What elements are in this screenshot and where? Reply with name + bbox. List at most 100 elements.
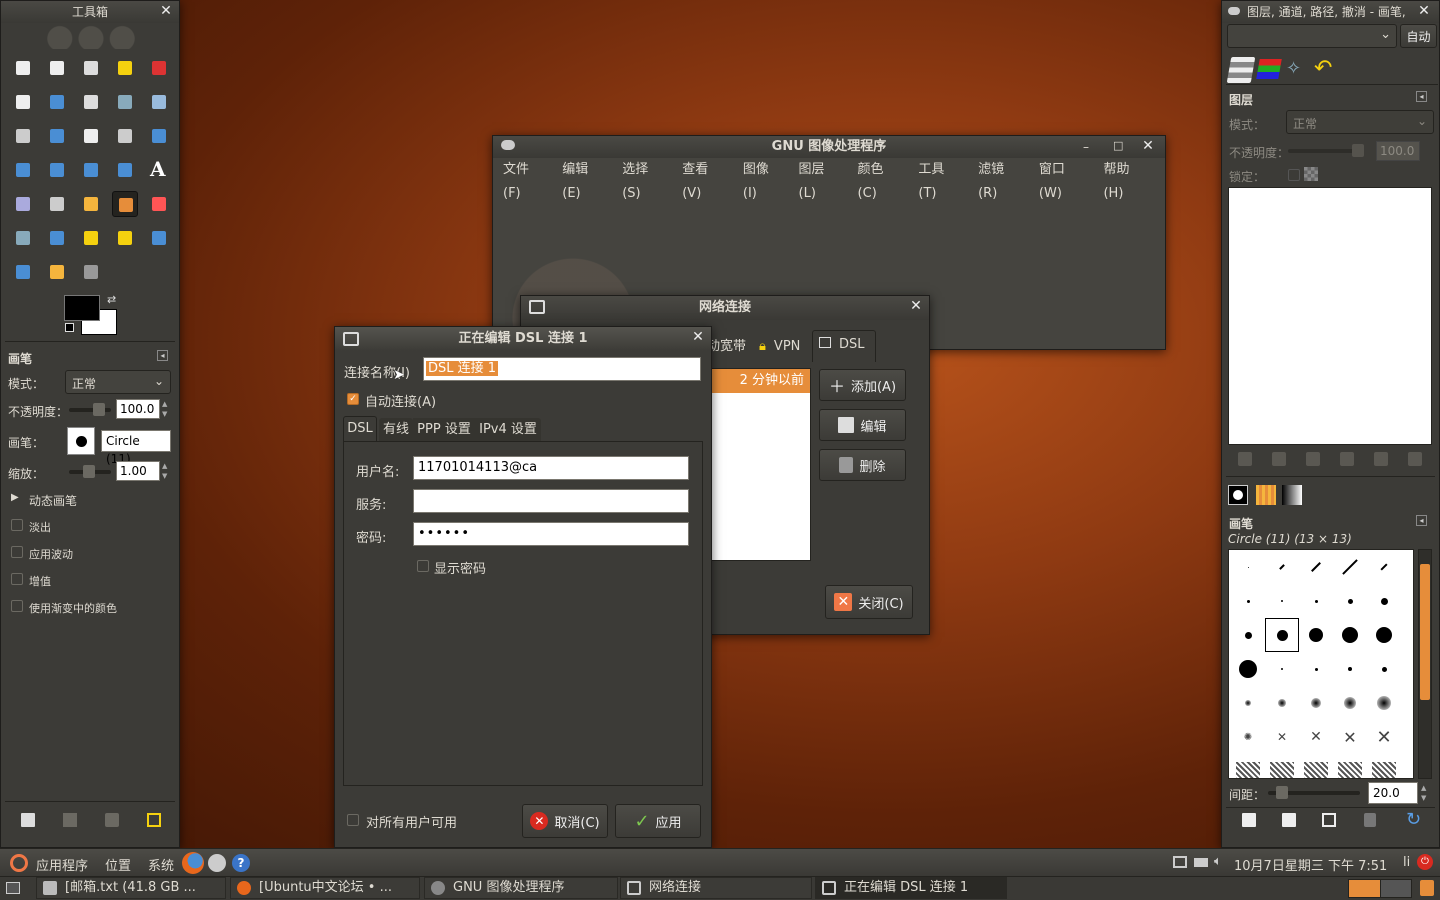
brush-item[interactable] xyxy=(1367,686,1401,720)
bucket-fill-icon[interactable] xyxy=(10,191,36,217)
show-password-checkbox[interactable] xyxy=(417,560,429,572)
brush-item[interactable] xyxy=(1265,618,1299,652)
default-colors-icon[interactable] xyxy=(65,323,74,332)
lasso-icon[interactable] xyxy=(78,55,104,81)
brush-item[interactable] xyxy=(1299,550,1333,584)
brush-item[interactable] xyxy=(1265,550,1299,584)
netconn-titlebar[interactable]: 网络连接 xyxy=(521,296,929,320)
network-status-icon[interactable] xyxy=(1173,856,1187,868)
color-picker-icon[interactable] xyxy=(112,89,138,115)
taskbar-item-dsl[interactable]: 正在编辑 DSL 连接 1 xyxy=(815,877,1007,899)
dynamics-expander[interactable]: 动态画笔 xyxy=(29,492,77,509)
shear-icon[interactable] xyxy=(44,157,70,183)
brush-item[interactable] xyxy=(1333,550,1367,584)
option-label[interactable]: 应用波动 xyxy=(29,546,73,562)
workspace-1[interactable] xyxy=(1349,880,1381,897)
pattern-tab-icon[interactable] xyxy=(1256,485,1276,505)
text-icon[interactable]: A xyxy=(146,157,172,183)
auto-button[interactable]: 自动 xyxy=(1400,24,1437,48)
menu-help[interactable]: 帮助(H) xyxy=(1103,158,1149,201)
all-users-label[interactable]: 对所有用户可用 xyxy=(366,812,457,831)
system-menu[interactable]: 系统 xyxy=(148,855,174,874)
password-input[interactable]: •••••• xyxy=(413,522,689,546)
blur-icon[interactable] xyxy=(10,259,36,285)
rotate-icon[interactable] xyxy=(146,123,172,149)
spacing-input[interactable]: 20.0 xyxy=(1368,782,1418,804)
close-icon[interactable]: ✕ xyxy=(1141,138,1155,154)
paths-icon[interactable] xyxy=(78,89,104,115)
brush-item[interactable] xyxy=(1231,754,1265,778)
brush-item[interactable] xyxy=(1367,652,1401,686)
gimp-titlebar[interactable]: GNU 图像处理程序 xyxy=(493,136,1165,158)
layer-mode-select[interactable]: 正常 ⌄ xyxy=(1286,110,1434,134)
apply-button[interactable]: ✓ 应用 xyxy=(615,804,701,838)
new-brush-icon[interactable] xyxy=(1282,813,1296,827)
brush-item[interactable] xyxy=(1367,550,1401,584)
spinner-icon[interactable]: ▲ ▼ xyxy=(1421,783,1430,803)
rect-select-icon[interactable] xyxy=(10,55,36,81)
foreground-color-swatch[interactable] xyxy=(64,295,100,321)
tab-ipv4[interactable]: IPv4 设置 xyxy=(475,418,541,442)
brush-item[interactable] xyxy=(1299,652,1333,686)
scale-icon[interactable] xyxy=(10,157,36,183)
minimize-icon[interactable]: – xyxy=(1083,140,1089,154)
brush-item[interactable]: ✺ xyxy=(1231,720,1265,754)
scale-slider[interactable] xyxy=(69,465,111,478)
layers-tab-icon[interactable] xyxy=(1226,57,1256,83)
zoom-icon[interactable] xyxy=(146,89,172,115)
flip-icon[interactable] xyxy=(112,157,138,183)
smudge-icon[interactable] xyxy=(44,259,70,285)
menu-edit[interactable]: 编辑(E) xyxy=(562,158,606,201)
add-button[interactable]: ＋ 添加(A) xyxy=(819,369,906,401)
ellipse-select-icon[interactable] xyxy=(44,55,70,81)
brush-item[interactable] xyxy=(1231,686,1265,720)
lock-pixels-checkbox[interactable] xyxy=(1288,169,1300,181)
gradient-tab-icon[interactable] xyxy=(1282,485,1302,505)
panel-menu-icon[interactable]: ◂ xyxy=(1416,91,1427,102)
brush-item[interactable] xyxy=(1299,754,1333,778)
layer-opacity-slider[interactable] xyxy=(1288,144,1364,157)
tab-dsl[interactable]: DSL xyxy=(812,330,876,362)
foreground-select-icon[interactable] xyxy=(44,89,70,115)
brush-item[interactable] xyxy=(1367,618,1401,652)
close-icon[interactable]: ✕ xyxy=(159,3,173,19)
brush-item[interactable] xyxy=(1231,550,1265,584)
measure-icon[interactable] xyxy=(10,123,36,149)
option-label[interactable]: 使用渐变中的颜色 xyxy=(29,600,117,616)
anchor-layer-icon[interactable] xyxy=(1374,452,1388,466)
username-input[interactable]: 11701014113@ca xyxy=(413,456,689,480)
menu-layer[interactable]: 图层(L) xyxy=(799,158,842,201)
undo-tab-icon[interactable]: ↶ xyxy=(1314,57,1338,81)
scale-input[interactable]: 1.00 xyxy=(116,461,160,481)
cancel-button[interactable]: ✕ 取消(C) xyxy=(522,804,608,838)
taskbar-item-gimp[interactable]: GNU 图像处理程序 xyxy=(424,877,618,899)
connection-list[interactable]: 2 分钟以前 xyxy=(707,368,811,561)
tab-wired[interactable]: 有线 xyxy=(379,418,413,442)
menu-view[interactable]: 查看(V) xyxy=(682,158,727,201)
brush-tab-icon[interactable] xyxy=(1228,485,1248,505)
brush-item[interactable] xyxy=(1265,652,1299,686)
places-menu[interactable]: 位置 xyxy=(105,855,131,874)
reset-options-icon[interactable] xyxy=(147,813,161,827)
spacing-slider[interactable] xyxy=(1268,786,1360,799)
airbrush-icon[interactable] xyxy=(10,225,36,251)
option-checkbox[interactable] xyxy=(11,546,23,558)
color-select-icon[interactable] xyxy=(146,55,172,81)
brush-item[interactable]: ✕ xyxy=(1333,720,1367,754)
ink-icon[interactable] xyxy=(44,225,70,251)
edit-brush-icon[interactable] xyxy=(1242,813,1256,827)
mode-select[interactable]: 正常 ⌄ xyxy=(65,370,171,394)
fuzzy-select-icon[interactable] xyxy=(112,55,138,81)
paths-tab-icon[interactable]: ✧ xyxy=(1286,59,1308,79)
lock-alpha-icon[interactable] xyxy=(1304,167,1318,181)
brush-item[interactable] xyxy=(1299,686,1333,720)
user-name[interactable]: li xyxy=(1403,855,1410,870)
brush-item[interactable] xyxy=(1299,584,1333,618)
swap-colors-icon[interactable]: ⇄ xyxy=(107,293,116,306)
channels-tab-icon[interactable] xyxy=(1256,59,1282,79)
refresh-brushes-icon[interactable]: ↻ xyxy=(1406,809,1421,830)
menu-select[interactable]: 选择(S) xyxy=(622,158,666,201)
brush-item[interactable] xyxy=(1333,652,1367,686)
paintbrush-icon[interactable] xyxy=(112,191,138,217)
service-input[interactable] xyxy=(413,489,689,513)
